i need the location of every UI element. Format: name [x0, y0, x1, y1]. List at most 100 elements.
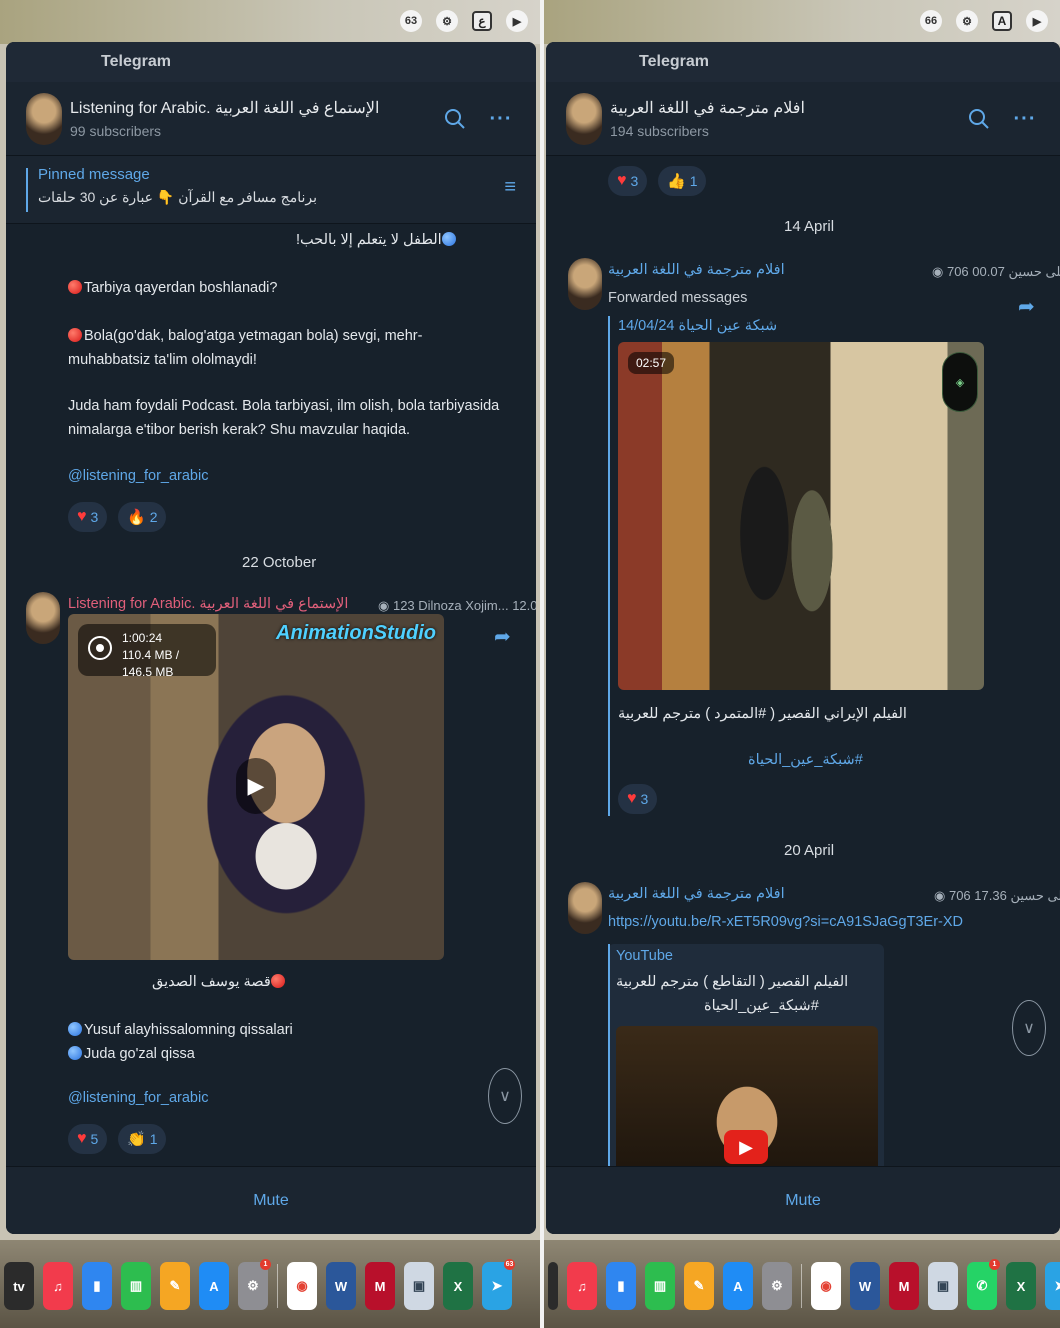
dock-word-icon[interactable]: W — [850, 1262, 880, 1310]
dock-preview-icon[interactable]: ▣ — [404, 1262, 434, 1310]
status-icon-1[interactable]: 63 — [400, 10, 422, 32]
post-meta: ◉ 706 على حسين 00.07 — [932, 264, 1060, 279]
views-icon: ◉ — [934, 888, 949, 903]
pinned-list-icon[interactable]: ≡ — [504, 176, 516, 199]
dock-excel-icon[interactable]: X — [443, 1262, 473, 1310]
dock-mendeley-icon[interactable]: M — [365, 1262, 395, 1310]
sender-avatar-2[interactable] — [568, 882, 602, 934]
download-status[interactable]: 1:00:24 110.4 MB / 146.5 MB — [78, 624, 216, 679]
post-meta-2: ◉ 706 على حسين 17.36 — [934, 888, 1060, 903]
search-icon[interactable] — [966, 106, 992, 132]
reaction-heart[interactable]: ♥ 3 — [608, 166, 648, 196]
status-icon-2[interactable]: ⚙ — [956, 10, 978, 32]
input-source-icon[interactable]: A — [992, 11, 1012, 31]
pinned-message[interactable]: Pinned message برنامج مسافر مع القرآن 👇 … — [6, 156, 536, 224]
mute-button[interactable]: Mute — [546, 1166, 1060, 1234]
chat-header[interactable]: Listening for Arabic. الإستماع في اللغة … — [6, 82, 536, 156]
dock-excel-icon[interactable]: X — [1006, 1262, 1036, 1310]
play-icon[interactable]: ▶ — [236, 758, 276, 814]
video-watermark: AnimationStudio — [276, 622, 436, 644]
link-preview-card[interactable]: YouTube الفيلم القصير ( التقاطع ) مترجم … — [608, 944, 884, 1194]
play-status-icon[interactable]: ▶ — [1026, 10, 1048, 32]
channel-link[interactable]: @listening_for_arabic — [68, 468, 208, 484]
search-icon[interactable] — [442, 106, 468, 132]
video-player[interactable]: 1:00:24 110.4 MB / 146.5 MB AnimationStu… — [68, 614, 444, 960]
reaction-clap[interactable]: 👏 1 — [118, 1124, 167, 1154]
dock-whatsapp-icon[interactable]: ✆ 1 — [967, 1259, 1000, 1310]
dock-pages-icon[interactable]: ✎ — [160, 1262, 190, 1310]
dock-app-store-icon[interactable]: A — [723, 1262, 753, 1310]
more-icon[interactable]: ··· — [1012, 106, 1038, 132]
reaction-heart-2[interactable]: ♥ 5 — [68, 1124, 108, 1154]
status-icon-2[interactable]: ⚙ — [436, 10, 458, 32]
channel-link-2[interactable]: @listening_for_arabic — [68, 1090, 208, 1106]
more-icon[interactable]: ··· — [488, 106, 514, 132]
play-status-icon[interactable]: ▶ — [506, 10, 528, 32]
dock-system-settings-icon[interactable]: ⚙ 1 — [238, 1259, 271, 1310]
forward-source[interactable]: شبكة عين الحياة 14/04/24 — [618, 318, 777, 334]
heart-icon: ♥ — [77, 1130, 87, 1147]
download-cancel-icon[interactable] — [88, 636, 112, 660]
scroll-down-button[interactable]: ∨ — [488, 1068, 522, 1124]
subscriber-count: 99 subscribers — [70, 123, 162, 139]
dock-mendeley-icon[interactable]: M — [889, 1262, 919, 1310]
dock-tv-icon[interactable] — [548, 1262, 558, 1310]
menu-bar: 66 ⚙ A ▶ — [544, 0, 1060, 44]
post-sender[interactable]: افلام مترجمة في اللغة العربية — [608, 262, 785, 278]
status-icon-1[interactable]: 66 — [920, 10, 942, 32]
video-duration: 02:57 — [628, 352, 675, 374]
dock-app-store-icon[interactable]: A — [199, 1262, 229, 1310]
channel-title: Listening for Arabic. الإستماع في اللغة … — [70, 100, 380, 117]
post-sender[interactable]: Listening for Arabic. الإستماع في اللغة … — [68, 596, 348, 612]
dock: tv ♫ ▮ ▥ ✎ A ⚙ 1 ◉ W M ▣ X ➤ 63 — [0, 1252, 540, 1320]
chat-header[interactable]: افلام مترجمة في اللغة العربية 194 subscr… — [546, 82, 1060, 156]
clap-icon: 👏 — [127, 1131, 146, 1148]
dock-keynote-icon[interactable]: ▮ — [82, 1262, 112, 1310]
dock-word-icon[interactable]: W — [326, 1262, 356, 1310]
post-line-qissa: Juda go'zal qissa — [68, 1042, 195, 1066]
post-hashtag[interactable]: #شبكة_عين_الحياة — [748, 752, 863, 768]
post-sender-2[interactable]: افلام مترجمة في اللغة العربية — [608, 886, 785, 902]
share-icon[interactable]: ➦ — [494, 624, 511, 649]
dock-system-settings-icon[interactable]: ⚙ — [762, 1262, 792, 1310]
youtube-play-icon[interactable]: ▶ — [724, 1130, 768, 1164]
dock-pages-icon[interactable]: ✎ — [684, 1262, 714, 1310]
reaction-heart[interactable]: ♥ 3 — [68, 502, 108, 532]
dock-numbers-icon[interactable]: ▥ — [645, 1262, 675, 1310]
views-icon: ◉ — [932, 264, 947, 279]
channel-title: افلام مترجمة في اللغة العربية — [610, 100, 805, 117]
post-line-3a: Juda ham foydali Podcast. Bola tarbiyasi… — [68, 398, 500, 414]
dock-keynote-icon[interactable]: ▮ — [606, 1262, 636, 1310]
dock-chrome-icon[interactable]: ◉ — [811, 1262, 841, 1310]
sender-avatar[interactable] — [26, 592, 60, 644]
dock-tv-icon[interactable]: tv — [4, 1262, 34, 1310]
dock-music-icon[interactable]: ♫ — [43, 1262, 73, 1310]
mute-button[interactable]: Mute — [6, 1166, 536, 1234]
channel-avatar[interactable] — [566, 92, 602, 145]
reaction-heart-2[interactable]: ♥ 3 — [618, 784, 658, 814]
dock-telegram-icon[interactable]: ➤66 — [1045, 1262, 1060, 1310]
post-caption-arabic: قصة يوسف الصديق — [152, 970, 287, 994]
youtube-url[interactable]: https://youtu.be/R-xET5R09vg?si=cA91SJaG… — [608, 914, 963, 930]
dock-chrome-icon[interactable]: ◉ — [287, 1262, 317, 1310]
video-player[interactable]: 02:57 ◈ — [618, 342, 984, 690]
input-source-icon[interactable]: ع — [472, 11, 492, 31]
dock-preview-icon[interactable]: ▣ — [928, 1262, 958, 1310]
dock-music-icon[interactable]: ♫ — [567, 1262, 597, 1310]
left-screenshot: 63 ⚙ ع ▶ Telegram Listening for Arabic. … — [0, 0, 540, 1328]
reaction-fire[interactable]: 🔥 2 — [118, 502, 167, 532]
heart-icon: ♥ — [617, 172, 627, 189]
reaction-thumbs-up[interactable]: 👍 1 — [658, 166, 707, 196]
post-meta: ◉ 123 Dilnoza Xojim... 12.06 — [378, 598, 536, 613]
channel-avatar[interactable] — [26, 92, 62, 145]
sender-avatar[interactable] — [568, 258, 602, 310]
share-icon[interactable]: ➦ — [1018, 294, 1035, 319]
date-separator-2: 20 April — [784, 842, 835, 859]
post-line-2b: muhabbatsiz ta'lim ololmaydi! — [68, 352, 257, 368]
forwarded-label: Forwarded messages — [608, 290, 748, 306]
post-line-1: Tarbiya qayerdan boshlanadi? — [68, 276, 277, 300]
dock-telegram-icon[interactable]: ➤ 63 — [482, 1259, 515, 1310]
dock-numbers-icon[interactable]: ▥ — [121, 1262, 151, 1310]
preview-thumbnail[interactable]: ▶ — [616, 1026, 878, 1186]
scroll-down-button[interactable]: ∨ — [1012, 1000, 1046, 1056]
